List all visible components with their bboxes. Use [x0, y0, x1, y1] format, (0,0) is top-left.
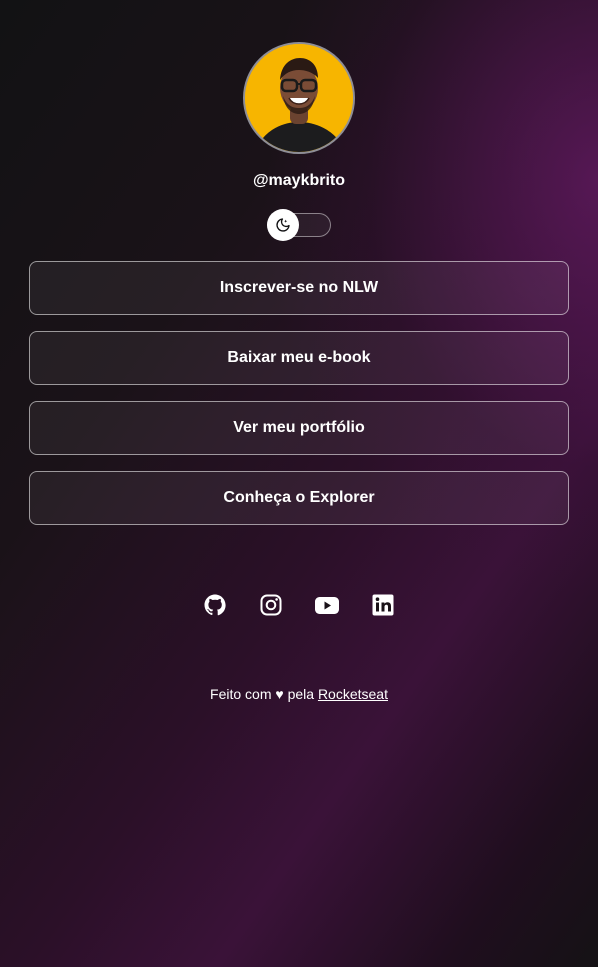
link-button-nlw[interactable]: Inscrever-se no NLW — [29, 261, 569, 315]
github-link[interactable] — [199, 589, 231, 621]
linkedin-link[interactable] — [367, 589, 399, 621]
footer-text: Feito com ♥ pela Rocketseat — [210, 682, 388, 706]
person-photo-icon — [245, 44, 353, 152]
social-links — [199, 589, 399, 621]
profile-username: @maykbrito — [252, 172, 346, 189]
link-item: Ver meu portfólio — [29, 401, 569, 455]
heart-icon: ♥ — [275, 686, 284, 702]
theme-switch-knob[interactable] — [267, 209, 299, 241]
moon-icon — [276, 218, 290, 232]
link-button-explorer[interactable]: Conheça o Explorer — [29, 471, 569, 525]
instagram-link[interactable] — [255, 589, 287, 621]
github-icon — [204, 594, 226, 616]
instagram-icon — [260, 594, 282, 616]
links-list: Inscrever-se no NLW Baixar meu e-book Ve… — [29, 261, 569, 525]
theme-switch[interactable] — [267, 209, 331, 241]
page-container: @maykbrito Inscrever-se no NLW Baixar me… — [29, 0, 569, 706]
youtube-link[interactable] — [311, 589, 343, 621]
link-item: Conheça o Explorer — [29, 471, 569, 525]
rocketseat-link[interactable]: Rocketseat — [318, 686, 388, 702]
footer-middle: pela — [287, 686, 315, 702]
footer-prefix: Feito com — [210, 686, 272, 702]
linkedin-icon — [372, 594, 394, 616]
profile-avatar — [243, 42, 355, 154]
link-item: Baixar meu e-book — [29, 331, 569, 385]
link-button-portfolio[interactable]: Ver meu portfólio — [29, 401, 569, 455]
link-button-ebook[interactable]: Baixar meu e-book — [29, 331, 569, 385]
link-item: Inscrever-se no NLW — [29, 261, 569, 315]
youtube-icon — [315, 597, 339, 614]
